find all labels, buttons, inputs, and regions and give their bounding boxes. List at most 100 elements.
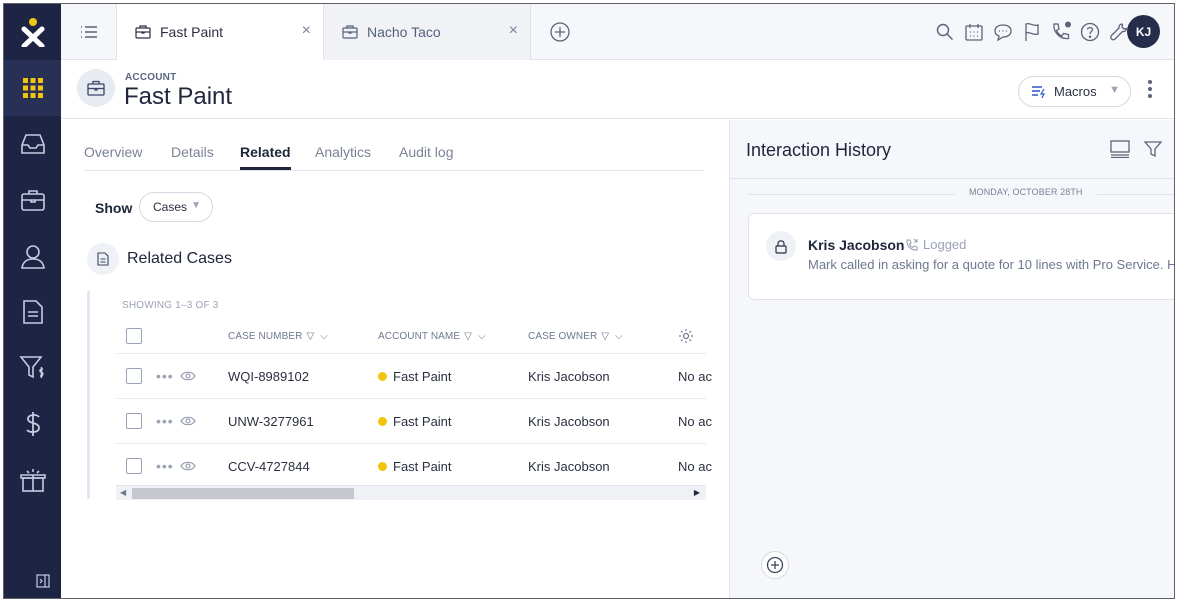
add-interaction-icon[interactable] bbox=[761, 551, 789, 579]
select-all-checkbox[interactable] bbox=[126, 319, 142, 353]
table-row[interactable]: ••• WQI-8989102 Fast Paint Kris Jacobson… bbox=[116, 354, 712, 399]
tab-details[interactable]: Details bbox=[171, 144, 214, 160]
add-tab-icon[interactable] bbox=[549, 21, 571, 43]
tab-overview[interactable]: Overview bbox=[84, 144, 142, 160]
chevron-down-icon[interactable]: ⌵ bbox=[320, 331, 328, 342]
close-tab-button[interactable]: × bbox=[302, 23, 311, 39]
case-number[interactable]: WQI-8989102 bbox=[228, 354, 309, 398]
filter-icon[interactable] bbox=[1143, 140, 1163, 163]
table-header: CASE NUMBER ▽ ⌵ ACCOUNT NAME ▽ ⌵ CASE OW… bbox=[116, 319, 706, 354]
case-number[interactable]: UNW-3277961 bbox=[228, 399, 314, 443]
date-label: MONDAY, OCTOBER 28TH bbox=[955, 187, 1097, 197]
section-title: Related Cases bbox=[127, 250, 232, 267]
expand-rail-icon[interactable] bbox=[36, 574, 50, 588]
search-icon[interactable] bbox=[934, 21, 956, 43]
panel-title: Interaction History bbox=[746, 140, 892, 160]
close-tab-button[interactable]: × bbox=[509, 23, 518, 39]
help-icon[interactable] bbox=[1079, 21, 1101, 43]
scroll-right-icon[interactable]: ▶ bbox=[694, 488, 700, 497]
show-label: Show bbox=[95, 200, 133, 216]
status-dot bbox=[378, 416, 387, 426]
tab-fast-paint[interactable]: Fast Paint × bbox=[117, 4, 324, 61]
column-label: ACCOUNT NAME bbox=[378, 330, 461, 342]
main-panel: Overview Details Related Analytics Audit… bbox=[61, 120, 729, 598]
user-avatar[interactable]: KJ bbox=[1127, 15, 1160, 48]
list-icon bbox=[80, 26, 97, 38]
left-rail bbox=[4, 4, 61, 598]
more-options-icon[interactable] bbox=[1148, 80, 1152, 101]
filter-icon[interactable]: ▽ bbox=[601, 331, 609, 342]
tab-list-button[interactable] bbox=[61, 4, 117, 60]
account-name[interactable]: Fast Paint bbox=[378, 354, 452, 398]
filter-icon[interactable]: ▽ bbox=[306, 331, 314, 342]
chevron-down-icon[interactable]: ⌵ bbox=[615, 331, 623, 342]
view-icon[interactable] bbox=[180, 399, 196, 443]
interaction-author[interactable]: Kris Jacobson bbox=[808, 237, 904, 253]
filter-icon[interactable]: ▽ bbox=[464, 331, 472, 342]
contact-icon[interactable] bbox=[4, 228, 61, 284]
row-checkbox[interactable] bbox=[126, 354, 142, 398]
divider bbox=[730, 178, 1174, 179]
case-number[interactable]: CCV-4727844 bbox=[228, 444, 310, 488]
brand-logo[interactable] bbox=[4, 4, 61, 60]
contact-icon bbox=[766, 231, 796, 261]
top-bar: Fast Paint × Nacho Taco × KJ bbox=[61, 4, 1174, 61]
macros-button[interactable]: Macros ▼ bbox=[1018, 76, 1131, 107]
briefcase-icon bbox=[342, 25, 358, 39]
status-label: Logged bbox=[923, 237, 967, 252]
scrollbar-thumb[interactable] bbox=[132, 488, 354, 499]
tab-nacho-taco[interactable]: Nacho Taco × bbox=[324, 4, 531, 60]
flag-icon[interactable] bbox=[1021, 21, 1043, 43]
tab-label: Fast Paint bbox=[160, 24, 224, 40]
view-icon[interactable] bbox=[180, 354, 196, 398]
dollar-icon[interactable] bbox=[4, 396, 61, 452]
account-label: Fast Paint bbox=[393, 458, 452, 474]
case-owner: Kris Jacobson bbox=[528, 368, 610, 384]
row-checkbox[interactable] bbox=[126, 399, 142, 443]
view-icon[interactable] bbox=[180, 444, 196, 488]
column-case-number[interactable]: CASE NUMBER ▽ ⌵ bbox=[228, 319, 328, 353]
macros-label: Macros bbox=[1054, 84, 1097, 99]
app-window: Fast Paint × Nacho Taco × KJ ACCOUNT Fas… bbox=[3, 3, 1175, 599]
active-tab-indicator bbox=[240, 167, 291, 170]
account-label: Fast Paint bbox=[393, 368, 452, 384]
document-icon[interactable] bbox=[4, 284, 61, 340]
row-actions-icon[interactable]: ••• bbox=[156, 354, 174, 398]
interaction-card[interactable]: Kris Jacobson Logged Mark called in aski… bbox=[748, 213, 1174, 300]
scroll-left-icon[interactable]: ◀ bbox=[120, 488, 126, 497]
show-dropdown[interactable]: Cases ▼ bbox=[139, 192, 213, 222]
account-name[interactable]: Fast Paint bbox=[378, 444, 452, 488]
column-settings-icon[interactable] bbox=[678, 319, 694, 353]
layout-icon[interactable] bbox=[1110, 140, 1130, 163]
inbox-icon[interactable] bbox=[4, 116, 61, 172]
apps-grid-icon[interactable] bbox=[4, 60, 61, 116]
truncated-cell: No ac bbox=[678, 368, 712, 384]
column-case-owner[interactable]: CASE OWNER ▽ ⌵ bbox=[528, 319, 623, 353]
row-actions-icon[interactable]: ••• bbox=[156, 444, 174, 488]
chevron-down-icon: ▼ bbox=[191, 200, 201, 211]
interaction-history-panel: Interaction History MONDAY, OCTOBER 28TH… bbox=[729, 120, 1174, 598]
tab-related[interactable]: Related bbox=[240, 144, 291, 160]
tab-audit-log[interactable]: Audit log bbox=[399, 144, 453, 160]
interaction-status: Logged bbox=[905, 237, 966, 252]
gift-icon[interactable] bbox=[4, 452, 61, 508]
chevron-down-icon: ▼ bbox=[1109, 84, 1120, 96]
horizontal-scrollbar[interactable]: ◀ ▶ bbox=[116, 485, 706, 500]
document-icon bbox=[87, 243, 119, 275]
funnel-dollar-icon[interactable] bbox=[4, 340, 61, 396]
table-row[interactable]: ••• CCV-4727844 Fast Paint Kris Jacobson… bbox=[116, 444, 712, 489]
table-row[interactable]: ••• UNW-3277961 Fast Paint Kris Jacobson… bbox=[116, 399, 712, 444]
account-name[interactable]: Fast Paint bbox=[378, 399, 452, 443]
briefcase-icon[interactable] bbox=[4, 172, 61, 228]
chat-icon[interactable] bbox=[992, 21, 1014, 43]
tab-analytics[interactable]: Analytics bbox=[315, 144, 371, 160]
subtab-bar: Overview Details Related Analytics Audit… bbox=[84, 120, 704, 171]
row-checkbox[interactable] bbox=[126, 444, 142, 488]
status-dot bbox=[378, 461, 387, 471]
row-actions-icon[interactable]: ••• bbox=[156, 399, 174, 443]
column-account-name[interactable]: ACCOUNT NAME ▽ ⌵ bbox=[378, 319, 486, 353]
page-title: Fast Paint bbox=[124, 83, 233, 110]
calendar-icon[interactable] bbox=[963, 21, 985, 43]
chevron-down-icon[interactable]: ⌵ bbox=[478, 331, 486, 342]
phone-icon[interactable] bbox=[1050, 21, 1072, 43]
